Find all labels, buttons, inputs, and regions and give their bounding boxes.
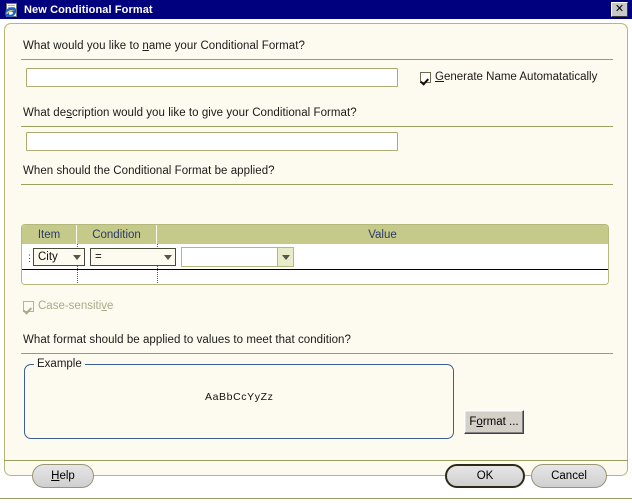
status-bar <box>0 498 632 503</box>
condition-grid-body: ⋮ City = <box>22 244 608 285</box>
close-icon: ✕ <box>615 4 624 15</box>
close-button[interactable]: ✕ <box>611 2 628 17</box>
chevron-down-icon[interactable] <box>160 249 175 265</box>
cancel-button[interactable]: Cancel <box>531 464 607 488</box>
ok-button-label: OK <box>477 470 494 482</box>
case-sensitive-checkbox-box <box>23 301 34 312</box>
column-header-item[interactable]: Item <box>22 225 77 244</box>
format-button-label: Format ... <box>469 416 518 428</box>
title-bar: New Conditional Format ✕ <box>0 0 632 19</box>
chevron-down-icon[interactable] <box>69 249 84 265</box>
item-combobox-value: City <box>38 251 69 263</box>
format-section-divider <box>21 353 613 354</box>
help-button-label: Help <box>51 470 75 482</box>
dialog-body: What would you like to name your Conditi… <box>4 23 628 476</box>
grid-row-divider <box>22 269 608 270</box>
dialog-window: New Conditional Format ✕ What would you … <box>0 0 632 503</box>
description-question-label: What description would you like to give … <box>23 107 357 119</box>
example-groupbox-title: Example <box>34 358 85 370</box>
example-sample-text: AaBbCcYyZz <box>205 391 273 403</box>
document-properties-icon <box>4 2 20 18</box>
name-question-label: What would you like to name your Conditi… <box>23 40 305 52</box>
name-input-field[interactable] <box>27 71 397 88</box>
condition-grid-header: Item Condition Value <box>22 225 608 244</box>
when-question-label: When should the Conditional Format be ap… <box>23 165 275 177</box>
condition-combobox[interactable]: = <box>90 248 176 266</box>
case-sensitive-checkbox: Case-sensitive <box>23 300 113 312</box>
footer-divider <box>4 460 628 461</box>
generate-name-checkbox-box[interactable] <box>420 72 431 83</box>
help-button[interactable]: Help <box>32 464 94 488</box>
column-header-condition[interactable]: Condition <box>77 225 157 244</box>
value-combobox[interactable] <box>181 247 294 267</box>
generate-name-checkbox-label: Generate Name Automatatically <box>435 71 597 83</box>
format-question-label: What format should be applied to values … <box>23 334 351 346</box>
cancel-button-label: Cancel <box>551 470 587 482</box>
description-section-divider <box>21 126 613 127</box>
example-groupbox: Example AaBbCcYyZz <box>24 364 454 439</box>
ok-button[interactable]: OK <box>445 464 525 488</box>
condition-combobox-value: = <box>95 251 160 263</box>
format-button[interactable]: Format ... <box>464 410 524 434</box>
item-combobox[interactable]: City <box>33 248 85 266</box>
chevron-down-icon[interactable] <box>277 248 293 266</box>
column-header-value[interactable]: Value <box>157 225 608 244</box>
when-section-divider <box>21 184 613 185</box>
condition-grid: Item Condition Value ⋮ City = <box>21 224 609 285</box>
description-input[interactable] <box>26 132 398 151</box>
case-sensitive-checkbox-label: Case-sensitive <box>38 300 113 312</box>
description-input-field[interactable] <box>27 135 397 152</box>
name-section-divider <box>21 59 613 60</box>
name-input[interactable] <box>26 68 398 87</box>
generate-name-checkbox[interactable]: Generate Name Automatatically <box>420 71 597 83</box>
window-title: New Conditional Format <box>24 4 611 16</box>
